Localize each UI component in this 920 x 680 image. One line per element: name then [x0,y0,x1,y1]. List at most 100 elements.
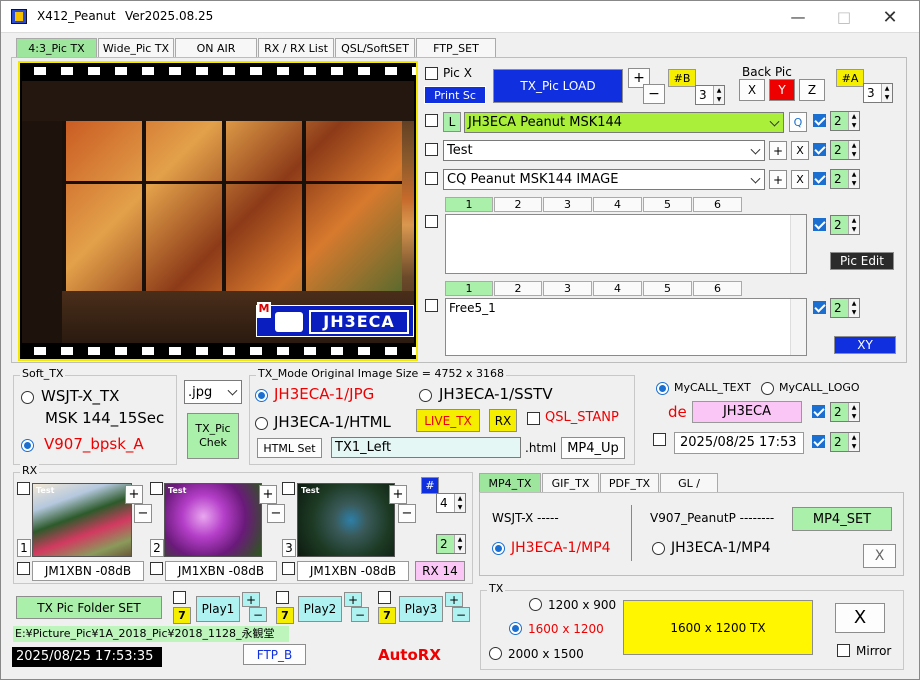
free2-tab-5[interactable]: 5 [643,281,692,296]
line3-plus-button[interactable]: + [769,170,787,189]
line1-checkbox[interactable] [425,114,438,127]
pic-x-checkbox[interactable] [425,67,438,80]
rx-hash-button[interactable]: # [421,477,439,494]
free1-size-spinner[interactable]: 2 ▲ ▼ [830,215,860,235]
tab-gif-tx[interactable]: GIF_TX [542,473,599,493]
play1-minus-button[interactable]: − [249,607,267,622]
jpg-radio[interactable] [255,389,268,402]
tx-1200-radio[interactable] [529,598,542,611]
rx2-thumbnail[interactable]: Test [164,483,262,557]
play1-checkbox[interactable] [173,591,186,604]
line1-combo[interactable]: JH3ECA Peanut MSK144 [464,112,784,133]
datetime-field[interactable]: 2025/08/25 17:53 [674,432,804,454]
free2-checkbox[interactable] [425,299,438,312]
b-spinner[interactable]: 3 ▲ ▼ [695,85,725,105]
live-tx-button[interactable]: LIVE_TX [416,409,480,432]
back-pic-x-button[interactable]: X [739,79,765,101]
tx-send-button[interactable]: 1600 x 1200 TX [623,600,813,655]
mycall-size-spinner[interactable]: 2 ▲ ▼ [830,402,860,422]
free2-enable-checkbox[interactable] [813,301,826,314]
rx1-thumbnail[interactable]: Test [32,483,132,557]
mycall-logo-radio[interactable] [761,382,774,395]
play3-button[interactable]: Play3 [399,596,443,622]
free1-tab-3[interactable]: 3 [543,197,592,212]
tab-wide-pic-tx[interactable]: Wide_Pic TX [98,38,174,58]
tx-close-button[interactable]: X [835,603,885,633]
pic-edit-button[interactable]: Pic Edit [830,252,894,270]
back-pic-y-button[interactable]: Y [769,79,795,101]
play2-button[interactable]: Play2 [298,596,342,622]
tab-qsl-softset[interactable]: QSL/SoftSET [335,38,415,58]
wsjt-x-radio[interactable] [21,391,34,404]
sstv-radio[interactable] [419,389,432,402]
play1-button[interactable]: Play1 [196,596,240,622]
maximize-icon[interactable]: □ [821,1,867,33]
datetime-checkbox[interactable] [653,433,666,446]
line1-l-button[interactable]: L [443,112,461,132]
free2-tab-3[interactable]: 3 [543,281,592,296]
free2-textarea[interactable]: Free5_1 [445,298,807,356]
rx1-plus-button[interactable]: + [125,485,143,504]
line3-size-spinner[interactable]: 2 ▲ ▼ [830,169,860,189]
format-combo[interactable]: .jpg [184,380,242,404]
play3-seven[interactable]: 7 [378,607,396,624]
rx2-label-checkbox[interactable] [150,562,163,575]
rx1-label-checkbox[interactable] [17,562,30,575]
free2-tab-1[interactable]: 1 [445,281,493,296]
line3-combo[interactable]: CQ Peanut MSK144 IMAGE [443,169,765,190]
a-spinner[interactable]: 3 ▲ ▼ [863,83,893,103]
v907-radio[interactable] [21,439,34,452]
free1-tab-4[interactable]: 4 [593,197,642,212]
line1-q-button[interactable]: Q [789,112,807,132]
tab-rx-list[interactable]: RX / RX List [258,38,334,58]
free2-tab-2[interactable]: 2 [494,281,542,296]
xy-button[interactable]: XY [834,336,896,354]
free2-size-spinner[interactable]: 2 ▲ ▼ [830,298,860,318]
rx-button[interactable]: RX [489,409,517,432]
mirror-checkbox[interactable] [837,644,850,657]
html-set-button[interactable]: HTML Set [257,438,322,458]
tab-mp4-tx[interactable]: MP4_TX [479,473,541,493]
line1-enable-checkbox[interactable] [813,114,826,127]
tab-4-3-pic-tx[interactable]: 4:3_Pic TX [16,38,97,58]
free1-tab-5[interactable]: 5 [643,197,692,212]
mycall-field[interactable]: JH3ECA [692,401,802,423]
rx1-minus-button[interactable]: − [134,504,152,523]
rx3-label-checkbox[interactable] [282,562,295,575]
play3-checkbox[interactable] [378,591,391,604]
html-name-field[interactable]: TX1_Left [331,437,521,458]
picture-preview[interactable]: M JH3ECA [18,61,418,361]
tx-1600-radio[interactable] [509,622,522,635]
line1-size-spinner[interactable]: 2 ▲ ▼ [830,111,860,131]
qsl-stanp-checkbox[interactable] [527,412,540,425]
play2-minus-button[interactable]: − [351,607,369,622]
free2-tab-6[interactable]: 6 [693,281,742,296]
tab-ftp-set[interactable]: FTP_SET [416,38,496,58]
play2-seven[interactable]: 7 [276,607,294,624]
free1-tab-2[interactable]: 2 [494,197,542,212]
print-sc-button[interactable]: Print Sc [424,86,486,104]
rx-14-button[interactable]: RX 14 [415,561,465,581]
html-radio[interactable] [255,417,268,430]
rx3-thumbnail[interactable]: Test [297,483,395,557]
ftp-b-button[interactable]: FTP_B [243,644,306,665]
rx-size-spinner[interactable]: 2 ▲ ▼ [436,534,466,554]
tx-pic-chek-button[interactable]: TX_Pic Chek [187,413,239,459]
b-minus-button[interactable]: − [643,84,665,104]
tx-pic-load-button[interactable]: TX_Pic LOAD [493,69,623,103]
free1-tab-1[interactable]: 1 [445,197,493,212]
free1-textarea[interactable] [445,214,807,274]
mycall-text-radio[interactable] [656,382,669,395]
line3-x-button[interactable]: X [791,170,809,189]
rx3-checkbox[interactable] [282,482,295,495]
tx-pic-folder-set-button[interactable]: TX Pic Folder SET [16,596,162,619]
line2-plus-button[interactable]: + [769,141,787,160]
line2-checkbox[interactable] [425,143,438,156]
line3-checkbox[interactable] [425,172,438,185]
play1-plus-button[interactable]: + [242,592,260,607]
line2-combo[interactable]: Test [443,140,765,161]
media-close-button[interactable]: X [863,544,896,568]
rx2-minus-button[interactable]: − [267,504,285,523]
back-pic-z-button[interactable]: Z [799,79,825,101]
tx-2000-radio[interactable] [489,647,502,660]
